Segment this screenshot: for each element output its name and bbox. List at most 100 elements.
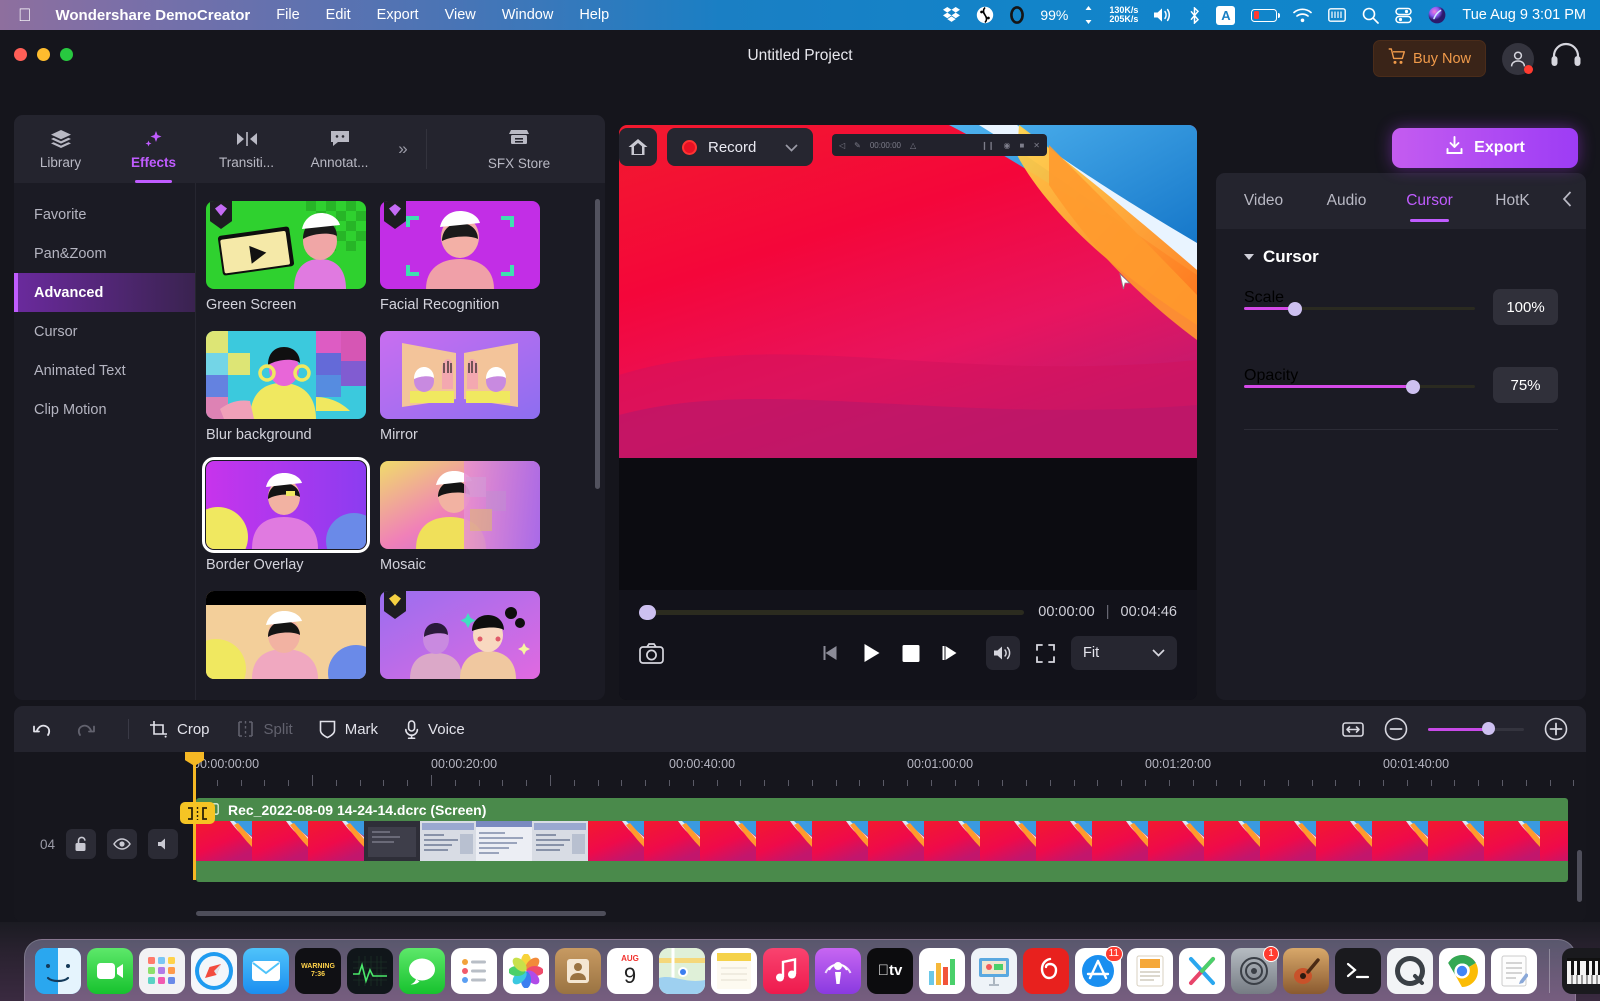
apple-logo-icon[interactable]:  <box>18 6 32 24</box>
siri-icon[interactable] <box>1428 6 1446 24</box>
menubar-clock[interactable]: Tue Aug 9 3:01 PM <box>1462 7 1586 23</box>
volume-button[interactable] <box>986 636 1020 670</box>
menu-file[interactable]: File <box>276 7 299 23</box>
seek-handle[interactable] <box>639 604 656 620</box>
headset-icon[interactable] <box>1550 42 1582 75</box>
stop-button[interactable] <box>902 644 920 662</box>
calendar-icon[interactable]: AUG 9 <box>607 947 653 994</box>
category-cursor[interactable]: Cursor <box>14 312 195 351</box>
appletv-icon[interactable]: tv <box>867 947 913 994</box>
next-frame-button[interactable] <box>941 644 959 662</box>
category-favorite[interactable]: Favorite <box>14 195 195 234</box>
menubar-app-name[interactable]: Wondershare DemoCreator <box>56 7 251 24</box>
redo-button[interactable] <box>77 721 96 738</box>
fit-timeline-button[interactable] <box>1342 720 1364 739</box>
effect-green-screen[interactable]: Green Screen <box>206 201 366 313</box>
effect-partial-right[interactable] <box>380 591 540 679</box>
timeline-vertical-scrollbar[interactable] <box>1577 850 1582 902</box>
opacity-value[interactable]: 75% <box>1493 367 1558 403</box>
input-source-icon[interactable]: A <box>1216 5 1236 25</box>
tab-transitions[interactable]: Transiti... <box>200 115 293 183</box>
tab-sfx-store[interactable]: SFX Store <box>433 115 605 183</box>
category-clip-motion[interactable]: Clip Motion <box>14 390 195 429</box>
photos-icon[interactable] <box>503 947 549 994</box>
scale-slider-handle[interactable] <box>1287 301 1302 316</box>
chrome-icon[interactable] <box>1439 947 1485 994</box>
effect-border-overlay[interactable]: Border Overlay <box>202 457 370 573</box>
cursor-section-header[interactable]: Cursor <box>1244 247 1558 267</box>
dropbox-icon[interactable] <box>943 7 961 23</box>
tab-effects[interactable]: Effects <box>107 115 200 183</box>
collapse-panel-button[interactable] <box>1554 190 1580 212</box>
battery-icon[interactable] <box>1251 8 1281 22</box>
messages-icon[interactable] <box>399 947 445 994</box>
volume-icon[interactable] <box>1154 7 1173 23</box>
netease-icon[interactable] <box>1023 947 1069 994</box>
menu-edit[interactable]: Edit <box>326 7 351 23</box>
track-mute-button[interactable] <box>148 829 179 859</box>
logic-icon[interactable]: 1 <box>1231 945 1279 994</box>
tab-annotations[interactable]: Annotat... <box>293 115 386 183</box>
export-button[interactable]: Export <box>1392 128 1578 168</box>
crop-button[interactable]: Crop <box>149 720 210 739</box>
category-advanced[interactable]: Advanced <box>14 273 195 312</box>
opacity-slider-handle[interactable] <box>1405 379 1420 394</box>
wifi-icon[interactable] <box>1293 8 1313 23</box>
contacts-icon[interactable] <box>555 947 601 994</box>
snapshot-button[interactable] <box>639 642 664 664</box>
midi-icon[interactable] <box>1562 947 1600 994</box>
watch-icon[interactable]: WARNING 7:36 <box>295 947 341 994</box>
split-button[interactable]: Split <box>236 720 293 738</box>
effects-scrollbar[interactable] <box>595 199 600 489</box>
seek-bar[interactable] <box>639 604 1025 620</box>
numbers-icon[interactable] <box>919 947 965 994</box>
timeline-clip[interactable]: Rec_2022-08-09 14-24-14.dcrc (Screen) <box>196 798 1568 882</box>
category-animated-text[interactable]: Animated Text <box>14 351 195 390</box>
track-visibility-button[interactable] <box>107 829 138 859</box>
control-center-icon[interactable] <box>1395 7 1413 24</box>
launchpad-icon[interactable] <box>139 947 185 994</box>
keynote-icon[interactable] <box>971 947 1017 994</box>
safari-icon[interactable] <box>191 947 237 994</box>
category-panzoom[interactable]: Pan&Zoom <box>14 234 195 273</box>
garageband-icon[interactable] <box>1283 947 1329 994</box>
timeline-zoom-slider[interactable] <box>1428 722 1524 735</box>
tab-video[interactable]: Video <box>1222 173 1305 229</box>
opacity-slider[interactable] <box>1244 379 1475 394</box>
notes-icon[interactable] <box>711 947 757 994</box>
tab-library[interactable]: Library <box>14 115 107 183</box>
shield-icon[interactable] <box>976 6 994 24</box>
record-button[interactable]: Record <box>667 128 814 166</box>
textedit-icon[interactable] <box>1491 947 1537 994</box>
pages-icon[interactable] <box>1127 947 1173 994</box>
podcasts-icon[interactable] <box>815 947 861 994</box>
timeline-ruler[interactable]: 00:00:00:00 00:00:20:00 00:00:40:00 00:01:0… <box>14 752 1586 794</box>
menu-window[interactable]: Window <box>502 7 554 23</box>
keyboard-icon[interactable] <box>1328 8 1347 22</box>
menu-help[interactable]: Help <box>579 7 609 23</box>
account-icon[interactable] <box>1502 42 1534 75</box>
appstore-icon[interactable]: 11 <box>1075 945 1123 994</box>
effect-mirror[interactable]: Mirror <box>380 331 540 443</box>
search-icon[interactable] <box>1362 7 1380 24</box>
bluetooth-icon[interactable] <box>1189 6 1200 24</box>
more-tabs-button[interactable]: » <box>386 115 420 183</box>
terminal-icon[interactable] <box>1335 947 1381 994</box>
scale-value[interactable]: 100% <box>1493 289 1558 325</box>
undo-button[interactable] <box>32 721 51 738</box>
reminders-icon[interactable] <box>451 947 497 994</box>
tab-cursor[interactable]: Cursor <box>1388 173 1471 229</box>
zoom-out-button[interactable] <box>1384 717 1408 741</box>
voice-button[interactable]: Voice <box>404 719 465 739</box>
menu-view[interactable]: View <box>445 7 476 23</box>
finder-icon[interactable] <box>35 947 81 994</box>
fit-dropdown[interactable]: Fit <box>1071 636 1177 670</box>
facetime-icon[interactable] <box>87 947 133 994</box>
scale-slider[interactable] <box>1244 301 1475 316</box>
mark-button[interactable]: Mark <box>319 720 378 739</box>
tab-audio[interactable]: Audio <box>1305 173 1388 229</box>
home-button[interactable] <box>619 128 657 166</box>
zoom-in-button[interactable] <box>1544 717 1568 741</box>
menu-export[interactable]: Export <box>377 7 419 23</box>
effect-blur-background[interactable]: Blur background <box>206 331 366 443</box>
